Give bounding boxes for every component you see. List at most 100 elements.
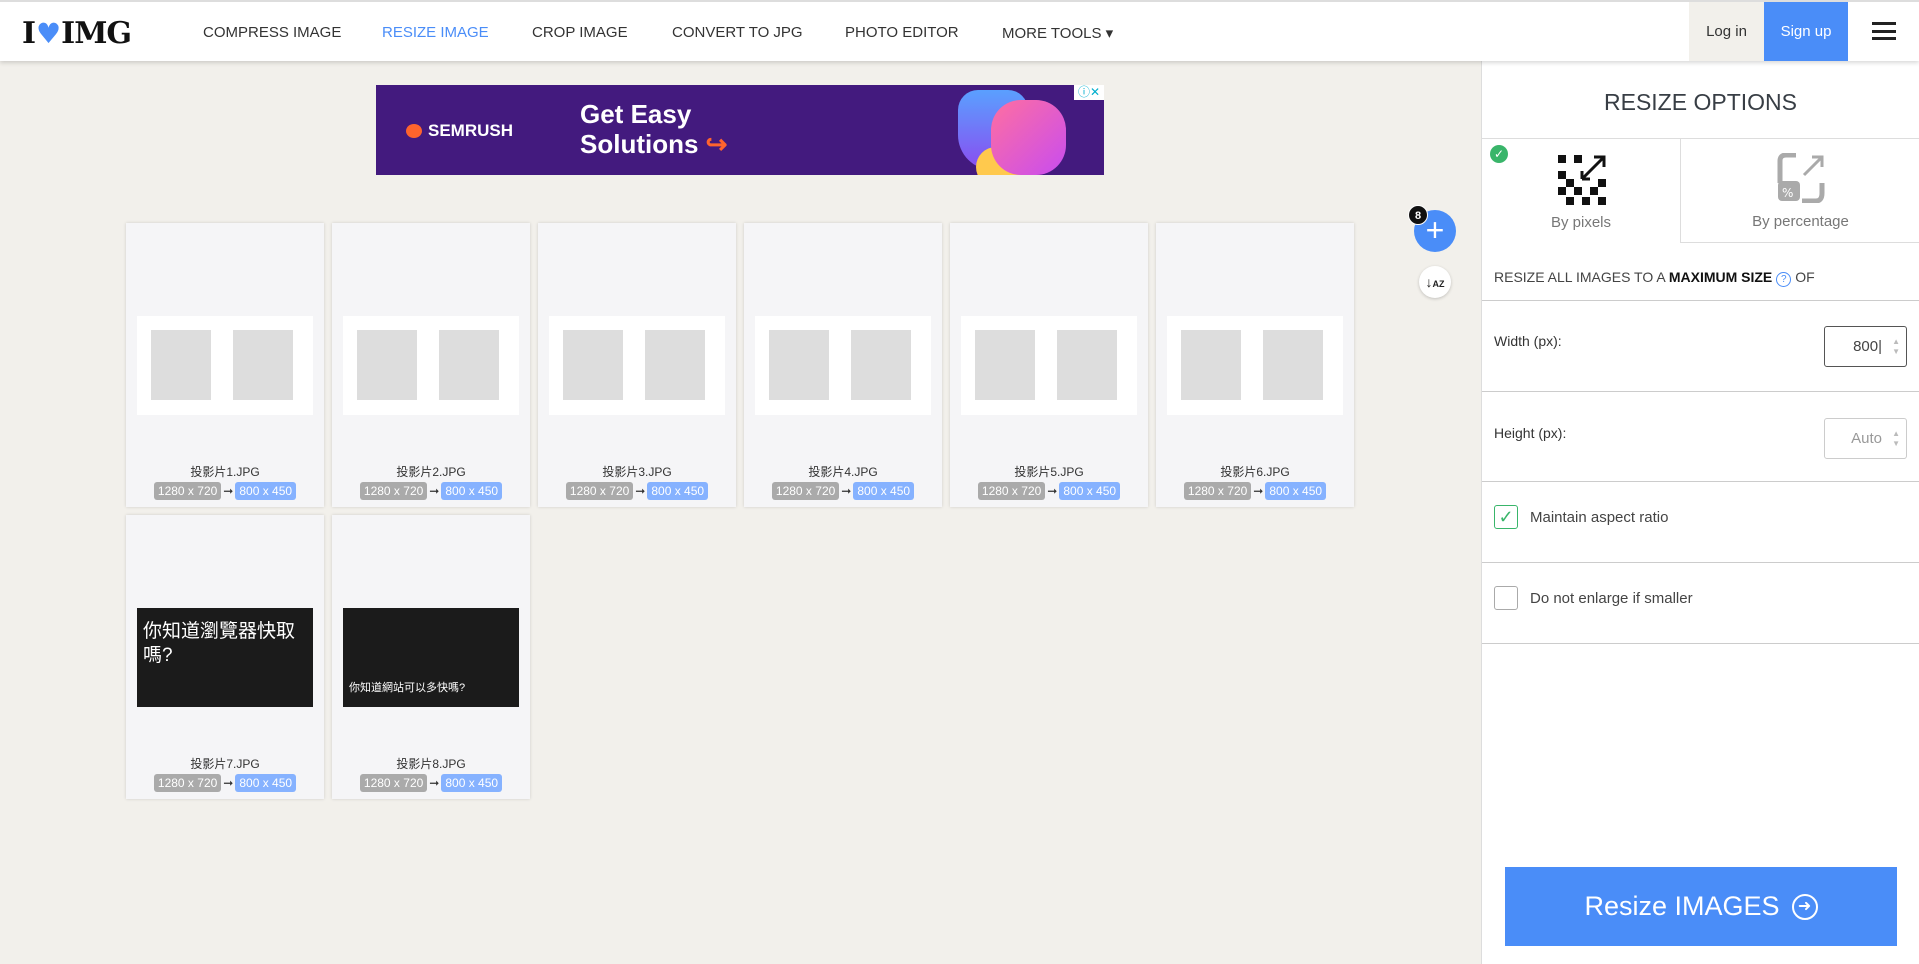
file-thumbnail [137, 316, 313, 415]
thumb-text: 你知道瀏覽器快取嗎? [143, 621, 296, 666]
file-thumbnail [755, 316, 931, 415]
max-bold: MAXIMUM SIZE [1668, 269, 1773, 285]
aspect-label: Maintain aspect ratio [1530, 509, 1669, 526]
nav-compress[interactable]: COMPRESS IMAGE [203, 24, 341, 41]
submit-label: Resize IMAGES [1584, 891, 1780, 921]
file-thumbnail: 你知道網站可以多快嗎? [343, 608, 519, 707]
max-size-text: RESIZE ALL IMAGES TO A MAXIMUM SIZE? OF [1494, 269, 1815, 287]
new-size: 800 x 450 [235, 774, 297, 792]
help-icon[interactable]: ? [1776, 272, 1792, 287]
size-change: 1280 x 720 ➞ 800 x 450 [332, 482, 530, 500]
arrow-icon: ➞ [1047, 484, 1058, 498]
original-size: 1280 x 720 [359, 774, 428, 792]
ad-brand: SEMRUSH [406, 121, 513, 141]
file-thumbnail [549, 316, 725, 415]
sort-az-button[interactable]: ↓AZ [1419, 266, 1451, 298]
file-card[interactable]: 投影片2.JPG 1280 x 720 ➞ 800 x 450 [332, 223, 530, 507]
sidebar-title: RESIZE OPTIONS [1604, 89, 1797, 115]
size-change: 1280 x 720 ➞ 800 x 450 [744, 482, 942, 500]
maintain-aspect-checkbox[interactable]: ✓ [1494, 505, 1518, 529]
file-name: 投影片1.JPG [190, 465, 260, 479]
new-size: 800 x 450 [235, 482, 297, 500]
enlarge-label: Do not enlarge if smaller [1530, 590, 1693, 607]
width-value: 800 [1853, 338, 1879, 355]
ad-close-icon[interactable]: ⓘ✕ [1074, 85, 1104, 100]
file-card[interactable]: 投影片3.JPG 1280 x 720 ➞ 800 x 450 [538, 223, 736, 507]
nav-photo-editor[interactable]: PHOTO EDITOR [845, 24, 959, 41]
no-enlarge-checkbox[interactable] [1494, 586, 1518, 610]
nav-more-tools[interactable]: MORE TOOLS ▾ [1002, 24, 1113, 42]
new-size: 800 x 450 [647, 482, 709, 500]
max-pre: RESIZE ALL IMAGES TO A [1494, 269, 1665, 285]
tab-by-pixels[interactable]: ✓ By pixels [1482, 138, 1680, 243]
top-nav: I ♥ IMG COMPRESS IMAGE RESIZE IMAGE CROP I… [0, 0, 1919, 61]
file-card[interactable]: 投影片5.JPG 1280 x 720 ➞ 800 x 450 [950, 223, 1148, 507]
original-size: 1280 x 720 [153, 774, 222, 792]
new-size: 800 x 450 [441, 774, 503, 792]
arrow-icon: ➞ [841, 484, 852, 498]
tab-by-percentage[interactable]: % By percentage [1680, 138, 1919, 243]
logo-text: IMG [61, 16, 132, 51]
resize-images-button[interactable]: Resize IMAGES ➜ [1505, 867, 1897, 946]
new-size: 800 x 450 [1059, 482, 1121, 500]
logo-text: I [22, 16, 36, 51]
logo[interactable]: I ♥ IMG [22, 16, 132, 51]
stepper-icon[interactable]: ▲ ▼ [1892, 337, 1900, 357]
file-card[interactable]: 投影片1.JPG 1280 x 720 ➞ 800 x 450 [126, 223, 324, 507]
original-size: 1280 x 720 [359, 482, 428, 500]
file-count-badge: 8 [1408, 205, 1428, 225]
size-change: 1280 x 720 ➞ 800 x 450 [332, 774, 530, 792]
signup-button[interactable]: Sign up [1764, 2, 1848, 61]
ad-arrow-icon: ↪ [705, 129, 728, 159]
arrow-icon: ➞ [1253, 484, 1264, 498]
arrow-right-circle-icon: ➜ [1791, 893, 1818, 920]
tab-label: By percentage [1752, 213, 1849, 230]
width-label: Width (px): [1494, 333, 1562, 349]
original-size: 1280 x 720 [153, 482, 222, 500]
login-button[interactable]: Log in [1689, 2, 1764, 61]
file-thumbnail [961, 316, 1137, 415]
options-sidebar: RESIZE OPTIONS ✓ By pixels % By percenta… [1481, 61, 1919, 964]
ad-graphic [991, 100, 1066, 175]
file-name: 投影片4.JPG [808, 465, 878, 479]
divider [1482, 300, 1919, 301]
ad-headline: Get Easy Solutions ↪ [580, 99, 727, 159]
ad-line1: Get Easy [580, 99, 692, 129]
arrow-icon: ➞ [635, 484, 646, 498]
size-change: 1280 x 720 ➞ 800 x 450 [1156, 482, 1354, 500]
ad-brand-text: SEMRUSH [428, 121, 514, 140]
original-size: 1280 x 720 [771, 482, 840, 500]
file-card[interactable]: 你知道瀏覽器快取嗎? 投影片7.JPG 1280 x 720 ➞ 800 x 450 [126, 515, 324, 799]
file-card[interactable]: 你知道網站可以多快嗎? 投影片8.JPG 1280 x 720 ➞ 800 x 45… [332, 515, 530, 799]
divider [1482, 481, 1919, 482]
file-name: 投影片2.JPG [396, 465, 466, 479]
nav-resize[interactable]: RESIZE IMAGE [382, 24, 489, 41]
percentage-resize-icon: % [1777, 153, 1825, 203]
file-name: 投影片5.JPG [1014, 465, 1084, 479]
divider [1482, 643, 1919, 644]
height-label: Height (px): [1494, 425, 1567, 441]
size-change: 1280 x 720 ➞ 800 x 450 [538, 482, 736, 500]
nav-crop[interactable]: CROP IMAGE [532, 24, 628, 41]
nav-convert[interactable]: CONVERT TO JPG [672, 24, 803, 41]
width-input[interactable]: 800| ▲ ▼ [1824, 326, 1907, 367]
new-size: 800 x 450 [853, 482, 915, 500]
divider [1482, 562, 1919, 563]
file-thumbnail [343, 316, 519, 415]
file-name: 投影片8.JPG [396, 757, 466, 771]
svg-text:%: % [1782, 186, 1793, 200]
thumb-text: 你知道網站可以多快嗎? [349, 682, 466, 694]
hamburger-menu-icon[interactable] [1872, 22, 1896, 40]
file-name: 投影片6.JPG [1220, 465, 1290, 479]
height-placeholder: Auto [1851, 430, 1882, 447]
file-card[interactable]: 投影片4.JPG 1280 x 720 ➞ 800 x 450 [744, 223, 942, 507]
arrow-icon: ➞ [223, 484, 234, 498]
ad-banner[interactable]: SEMRUSH Get Easy Solutions ↪ ⓘ✕ [376, 85, 1104, 175]
file-card[interactable]: 投影片6.JPG 1280 x 720 ➞ 800 x 450 [1156, 223, 1354, 507]
pixels-resize-icon [1558, 155, 1606, 205]
stepper-icon[interactable]: ▲ ▼ [1892, 429, 1900, 449]
divider [1482, 391, 1919, 392]
file-name: 投影片7.JPG [190, 757, 260, 771]
heart-icon: ♥ [36, 17, 61, 50]
height-input[interactable]: Auto ▲ ▼ [1824, 418, 1907, 459]
